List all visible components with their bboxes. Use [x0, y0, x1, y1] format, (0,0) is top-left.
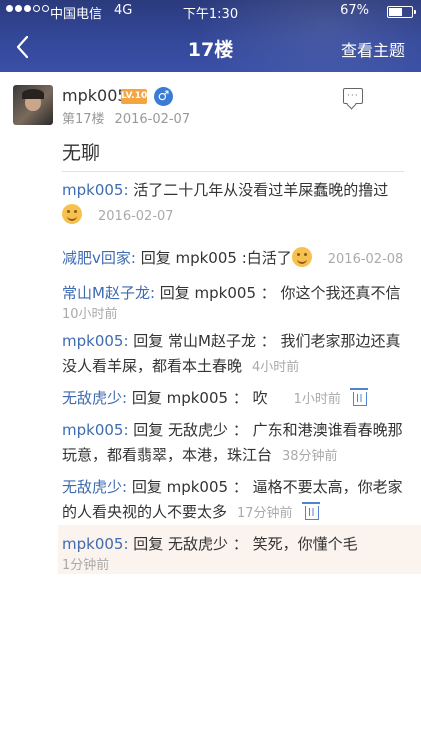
reply-author[interactable]: mpk005: — [62, 535, 129, 553]
emoji-icon — [62, 204, 82, 224]
reply-time: 1小时前 — [293, 392, 341, 407]
battery-icon — [387, 6, 416, 18]
view-topic-button[interactable]: 查看主题 — [341, 37, 405, 61]
reply-text: 回复 mpk005 :白活了 — [135, 249, 292, 267]
post-meta: 第17楼 2016-02-07 — [62, 108, 190, 127]
reply-author[interactable]: 无敌虎少: — [62, 389, 127, 407]
reply-time: 38分钟前 — [282, 449, 338, 464]
trash-icon[interactable] — [301, 502, 320, 520]
floor-detail: mpk005 LV.10 ♂ 第17楼 2016-02-07 ··· 无聊 mpk… — [0, 72, 421, 750]
floor-number: 第17楼 — [62, 112, 105, 127]
reply-item[interactable]: mpk005: 回复 常山M赵子龙 ： 我们老家那边还真没人看羊屎，都看本土春晚… — [62, 329, 407, 380]
reply-author[interactable]: 减肥v回家: — [62, 249, 136, 267]
nav-bar: 17楼 查看主题 — [0, 22, 421, 72]
reply-time: 2016-02-08 — [327, 252, 404, 267]
reply-author[interactable]: mpk005: — [62, 421, 129, 439]
header-bar: 中国电信 4G 下午1:30 67% 17楼 查看主题 — [0, 0, 421, 72]
level-badge: LV.10 — [121, 89, 147, 104]
reply-item[interactable]: 无敌虎少: 回复 mpk005 ： 逼格不要太高，你老家的人看央视的人不要太多 1… — [62, 475, 407, 526]
reply-item[interactable]: 常山M赵子龙: 回复 mpk005 ： 你这个我还真不信 10小时前 — [62, 281, 407, 324]
reply-time: 2016-02-07 — [98, 209, 174, 224]
reply-text: 回复 mpk005 ： 你这个我还真不信 — [155, 284, 401, 302]
reply-time: 4小时前 — [252, 360, 300, 375]
reply-author[interactable]: mpk005: — [62, 181, 129, 199]
comment-icon[interactable]: ··· — [343, 88, 363, 104]
reply-time: 10小时前 — [62, 307, 118, 322]
reply-author[interactable]: 无敌虎少: — [62, 478, 127, 496]
reply-item[interactable]: mpk005: 活了二十几年从没看过羊屎蠢晚的撸过 2016-02-07 — [62, 178, 407, 229]
reply-item[interactable]: 无敌虎少: 回复 mpk005 ： 吹 1小时前 — [62, 386, 407, 412]
status-bar: 中国电信 4G 下午1:30 67% — [0, 0, 421, 22]
male-gender-icon: ♂ — [154, 87, 173, 106]
trash-icon[interactable] — [349, 388, 368, 406]
username[interactable]: mpk005 — [62, 86, 128, 105]
reply-text: 活了二十几年从没看过羊屎蠢晚的撸过 — [128, 181, 389, 199]
reply-author[interactable]: 常山M赵子龙: — [62, 284, 155, 302]
post-date: 2016-02-07 — [114, 112, 191, 127]
emoji-icon — [291, 247, 312, 267]
reply-time: 17分钟前 — [237, 506, 293, 521]
reply-text: 回复 无敌虎少 ： 笑死，你懂个毛 — [128, 535, 358, 553]
divider — [62, 171, 404, 172]
post-body: 无聊 — [62, 142, 101, 164]
reply-item[interactable]: mpk005: 回复 无敌虎少 ： 笑死，你懂个毛 1分钟前 — [62, 532, 407, 575]
reply-item[interactable]: mpk005: 回复 无敌虎少 ： 广东和港澳谁看春晚那玩意，都看翡翠，本港，珠… — [62, 418, 407, 469]
battery-percent: 67% — [340, 3, 369, 18]
avatar[interactable] — [13, 85, 53, 125]
reply-time: 1分钟前 — [62, 558, 110, 573]
reply-text: 回复 mpk005 ： 吹 — [127, 389, 268, 407]
reply-author[interactable]: mpk005: — [62, 332, 129, 350]
reply-item[interactable]: 减肥v回家: 回复 mpk005 :白活了 2016-02-08 — [62, 246, 407, 272]
